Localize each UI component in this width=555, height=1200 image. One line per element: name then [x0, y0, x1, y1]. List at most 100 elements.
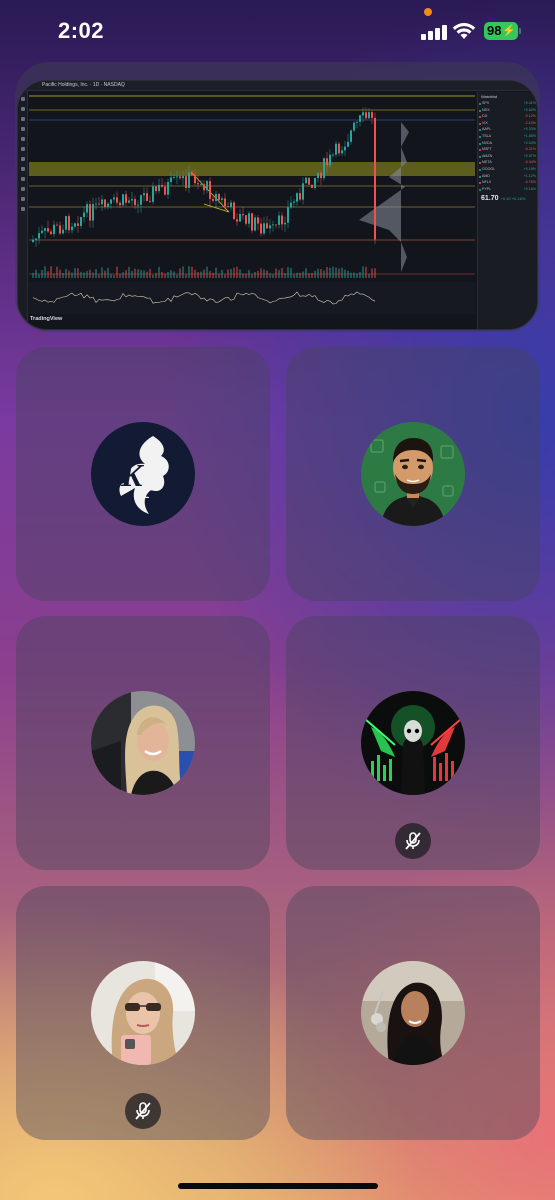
watchlist-change: +1.85% [523, 133, 536, 138]
candle-body [311, 184, 313, 188]
candle-body [182, 176, 184, 179]
candle-body [155, 186, 157, 192]
candle-body [227, 206, 229, 207]
volume-bar [173, 271, 175, 278]
volume-bar [299, 272, 301, 278]
participant-tile-grim-reaper[interactable] [286, 616, 540, 870]
watchlist-row: SPX +0.41% [478, 101, 537, 108]
candle-body [314, 177, 316, 188]
candle-body [65, 216, 67, 230]
candle-body [341, 150, 343, 154]
volume-bar [176, 274, 178, 278]
volume-bar [329, 267, 331, 278]
participant-tile-blonde-woman[interactable] [16, 616, 270, 870]
volume-bar [254, 272, 256, 278]
candle-body [305, 177, 307, 184]
candle-body [302, 183, 304, 200]
volume-bar [269, 273, 271, 278]
watchlist-symbol: PYPL [482, 186, 492, 191]
volume-bar [41, 269, 43, 278]
volume-bar [359, 272, 361, 278]
volume-bar [98, 274, 100, 278]
volume-bar [245, 273, 247, 278]
watchlist-symbol: TSLA [482, 133, 491, 138]
battery-cap [519, 28, 521, 34]
candle-body [356, 121, 358, 123]
watchlist-change: +0.16% [523, 186, 536, 191]
volume-bar [77, 268, 79, 278]
watchlist-change: +1.12% [523, 173, 536, 178]
tradingview-logo: TradingView [30, 316, 63, 322]
candle-body [47, 228, 49, 232]
volume-bar [59, 269, 61, 278]
home-indicator[interactable] [178, 1183, 378, 1189]
volume-bar [113, 274, 115, 278]
candle-body [260, 223, 262, 234]
participant-tile-bitmoji-man[interactable] [286, 347, 540, 601]
volume-bar [335, 267, 337, 278]
volume-bar [74, 268, 76, 278]
volume-bar [344, 269, 346, 278]
volume-bar [209, 271, 211, 278]
volume-bar [320, 269, 322, 278]
candle-body [257, 217, 259, 224]
watchlist-row: PYPL +0.16% [478, 186, 537, 194]
watchlist-row: GOOGL +0.18% [478, 167, 537, 174]
blonde-woman-photo-avatar [91, 691, 195, 795]
volume-bar [275, 268, 277, 278]
volume-bar [53, 273, 55, 278]
candle-body [281, 215, 283, 225]
volume-bar [290, 267, 292, 278]
candle-body [248, 213, 250, 224]
volume-bar [347, 270, 349, 278]
watchlist-panel: Watchlist SPX +0.41% NDX +0.62% DJI -0.12% VIX… [477, 92, 537, 329]
candle-body [62, 229, 64, 234]
candle-body [110, 199, 112, 204]
volume-bar [326, 266, 328, 278]
volume-bar [95, 269, 97, 278]
participant-tile-kp-logo[interactable]: K P [16, 347, 270, 601]
volume-bar [272, 274, 274, 278]
battery-indicator: 98 ⚡ [484, 22, 518, 40]
dark-hair-woman-photo-avatar [361, 961, 465, 1065]
mic-in-use-indicator-icon [424, 8, 432, 16]
volume-bar [167, 272, 169, 278]
candle-body [344, 146, 346, 151]
candle-body [296, 193, 298, 202]
watchlist-symbol: MSFT [482, 147, 492, 152]
candle-body [284, 222, 286, 225]
candle-body [179, 176, 181, 179]
candle-body [74, 223, 76, 227]
candle-body [329, 154, 331, 166]
volume-bar [110, 274, 112, 278]
volume-bar [338, 268, 340, 278]
volume-bar [314, 270, 316, 278]
candle-body [86, 204, 88, 213]
candle-body [317, 172, 319, 178]
volume-bar [32, 272, 34, 278]
candle-body [149, 200, 151, 202]
volume-bar [266, 270, 268, 278]
watchlist-change: -0.75% [524, 180, 536, 185]
volume-bar [104, 270, 106, 278]
candle-body [119, 202, 121, 206]
candle-body [239, 214, 241, 222]
candle-body [254, 217, 256, 231]
volume-bar [155, 273, 157, 278]
volume-bar [38, 274, 40, 278]
candle-body [158, 184, 160, 192]
volume-bar [125, 270, 127, 278]
shared-screen-tile[interactable]: Pacific Holdings, Inc. · 1D · NASDAQ Tra… [15, 62, 540, 332]
bitmoji-avatar [361, 422, 465, 526]
participant-tile-selfie-woman[interactable] [16, 886, 270, 1140]
watchlist-row: NFLX -0.75% [478, 180, 537, 187]
volume-bar [200, 271, 202, 278]
watchlist-row: NVDA +2.04% [478, 141, 537, 148]
reaper-avatar [361, 691, 465, 795]
volume-bar [119, 274, 121, 278]
participant-tile-dark-hair-woman[interactable] [286, 886, 540, 1140]
candle-body [170, 177, 172, 182]
volume-bar [35, 269, 37, 278]
volume-bar [248, 270, 250, 278]
volume-bar [197, 271, 199, 278]
